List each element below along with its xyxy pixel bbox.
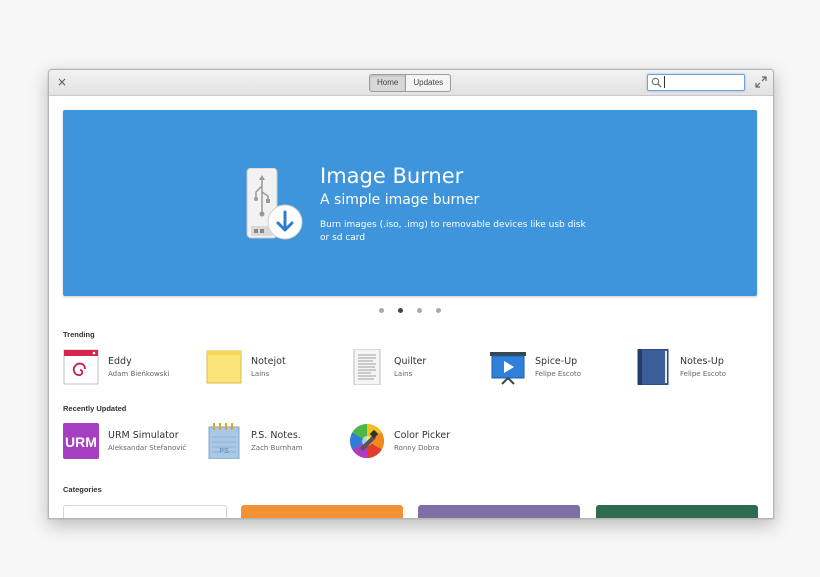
category-card[interactable] <box>241 505 403 518</box>
app-name: URM Simulator <box>108 430 179 441</box>
search-input[interactable] <box>664 76 741 88</box>
tab-updates[interactable]: Updates <box>406 75 450 91</box>
color-wheel-icon <box>350 424 384 458</box>
app-card-color-picker[interactable]: Color Picker Ronny Dobra <box>349 422 489 462</box>
category-card[interactable] <box>63 505 227 518</box>
app-window: × Home Updates Image Burner A simple ima… <box>48 69 774 519</box>
svg-text:PS: PS <box>219 448 229 455</box>
recently-updated-row: URM URM Simulator Aleksandar Stefanović <box>63 422 763 462</box>
search-icon <box>651 77 662 88</box>
banner-title: Image Burner <box>320 164 464 188</box>
app-name: Eddy <box>108 356 132 367</box>
urm-icon: URM <box>63 423 99 459</box>
app-author: Lains <box>251 370 270 378</box>
app-name: Color Picker <box>394 430 451 441</box>
app-name: Quilter <box>394 356 427 367</box>
categories-heading: Categories <box>63 485 102 494</box>
notepad-icon: PS <box>208 423 240 459</box>
app-card-quilter[interactable]: Quilter Lains <box>349 348 489 388</box>
urm-icon-text: URM <box>65 434 97 450</box>
app-card-notes-up[interactable]: Notes-Up Felipe Escoto <box>635 348 773 388</box>
category-card[interactable] <box>596 505 758 518</box>
recently-updated-heading: Recently Updated <box>63 404 127 413</box>
presentation-screen-icon <box>490 352 526 385</box>
banner-subtitle: A simple image burner <box>320 192 480 208</box>
app-card-spice-up[interactable]: Spice-Up Felipe Escoto <box>490 348 630 388</box>
usb-drive-download-icon <box>246 168 303 240</box>
app-author: Ronny Dobra <box>394 444 440 452</box>
search-field[interactable] <box>647 74 745 91</box>
carousel-dot[interactable] <box>379 308 384 313</box>
app-author: Zach Burnham <box>251 444 303 452</box>
notebook-icon <box>637 349 669 385</box>
carousel-indicator <box>379 308 441 313</box>
banner-description: Burn images (.iso, .img) to removable de… <box>320 220 586 243</box>
app-author: Aleksandar Stefanović <box>108 444 187 452</box>
app-name: P.S. Notes. <box>251 430 301 441</box>
app-card-urm-simulator[interactable]: URM URM Simulator Aleksandar Stefanović <box>63 422 203 462</box>
app-author: Adam Bieńkowski <box>108 370 170 378</box>
tab-home[interactable]: Home <box>370 75 407 91</box>
debian-package-icon <box>63 349 99 385</box>
carousel-dot-active[interactable] <box>398 308 403 313</box>
featured-banner[interactable]: Image Burner A simple image burner Burn … <box>63 110 757 296</box>
carousel-dot[interactable] <box>436 308 441 313</box>
maximize-icon[interactable] <box>755 76 767 88</box>
app-name: Notejot <box>251 356 286 367</box>
text-document-icon <box>353 349 381 385</box>
app-card-eddy[interactable]: Eddy Adam Bieńkowski <box>63 348 203 388</box>
app-name: Spice-Up <box>535 356 578 367</box>
app-card-notejot[interactable]: Notejot Lains <box>206 348 346 388</box>
trending-heading: Trending <box>63 330 95 339</box>
sticky-note-icon <box>206 350 242 384</box>
view-switcher: Home Updates <box>369 74 452 92</box>
trending-row: Eddy Adam Bieńkowski Notejot Lains Quilt… <box>63 348 763 388</box>
app-card-ps-notes[interactable]: PS P.S. Notes. Zach Burnham <box>206 422 346 462</box>
app-author: Felipe Escoto <box>535 370 582 378</box>
app-author: Lains <box>394 370 413 378</box>
carousel-dot[interactable] <box>417 308 422 313</box>
app-name: Notes-Up <box>680 356 724 367</box>
category-card[interactable] <box>418 505 580 518</box>
titlebar: × Home Updates <box>49 70 773 96</box>
close-button[interactable]: × <box>55 75 69 89</box>
app-author: Felipe Escoto <box>680 370 727 378</box>
